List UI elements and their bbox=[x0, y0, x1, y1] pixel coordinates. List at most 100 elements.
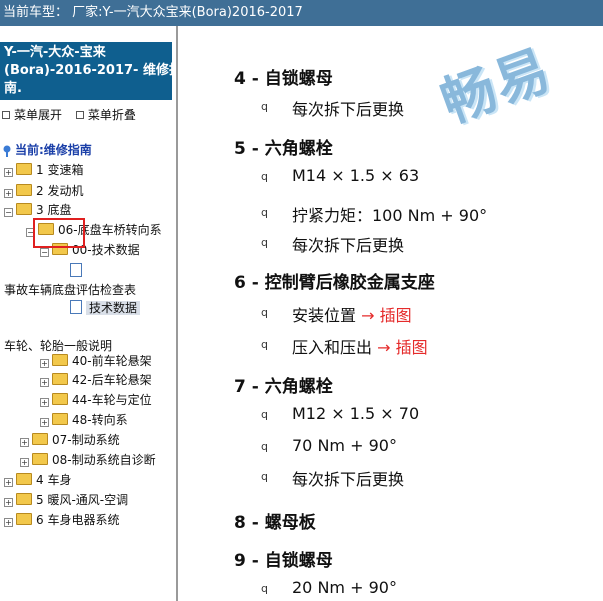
folder-icon bbox=[16, 473, 32, 485]
section-item-text: 70 Nm + 90° bbox=[292, 436, 397, 455]
folder-icon bbox=[16, 493, 32, 505]
expand-menu-button[interactable]: 菜单展开 bbox=[2, 106, 62, 123]
tree-item-label: 40-前车轮悬架 bbox=[72, 354, 152, 368]
section-heading: 5 - 六角螺栓 bbox=[234, 139, 333, 159]
folder-icon bbox=[16, 184, 32, 196]
tree-item[interactable]: − 3 底盘 bbox=[4, 200, 71, 220]
bullet-marker: q bbox=[261, 306, 268, 319]
expand-node-icon[interactable]: + bbox=[4, 189, 13, 198]
tree-item[interactable]: +2 发动机 bbox=[4, 181, 83, 201]
tree-item-label: 1 变速箱 bbox=[36, 163, 84, 177]
section-item-text: 拧紧力矩：100 Nm + 90° bbox=[292, 206, 488, 225]
expand-node-icon[interactable]: + bbox=[4, 498, 13, 507]
tree-item[interactable]: +40-前车轮悬架 bbox=[40, 351, 152, 371]
tree-item[interactable]: +44-车轮与定位 bbox=[40, 390, 152, 410]
section-item: 每次拆下后更换 bbox=[292, 232, 404, 256]
content-pane: 畅易 4 - 自锁螺母 q 每次拆下后更换 5 - 六角螺栓 q M14 × 1.5 × … bbox=[178, 26, 603, 601]
tree-item[interactable]: 技术数据 bbox=[70, 298, 141, 318]
expand-node-icon[interactable]: + bbox=[40, 398, 49, 407]
tree-item-label: 2 发动机 bbox=[36, 184, 84, 198]
bullet-marker: q bbox=[261, 470, 268, 483]
tree-item-label: 3 底盘 bbox=[36, 203, 72, 217]
current-location-label: 当前:维修指南 bbox=[15, 143, 92, 157]
section-item: 拧紧力矩：100 Nm + 90° bbox=[292, 202, 487, 226]
sidebar: Y-一汽-大众-宝来 (Bora)-2016-2017- 维修指 南. 菜单展开… bbox=[0, 26, 178, 601]
expand-node-icon[interactable]: + bbox=[4, 518, 13, 527]
folder-icon bbox=[52, 393, 68, 405]
folder-icon bbox=[16, 203, 32, 215]
bullet-marker: q bbox=[261, 338, 268, 351]
tree-item[interactable]: +1 变速箱 bbox=[4, 160, 83, 180]
expand-node-icon[interactable]: + bbox=[4, 168, 13, 177]
illustration-link[interactable]: → 插图 bbox=[361, 306, 412, 325]
section-item: 压入和压出 → 插图 bbox=[292, 334, 428, 358]
watermark: 畅易 bbox=[432, 37, 560, 132]
tree-item[interactable]: +5 暖风-通风-空调 bbox=[4, 490, 128, 510]
tree-item[interactable]: +42-后车轮悬架 bbox=[40, 370, 152, 390]
folder-icon bbox=[52, 373, 68, 385]
section-heading: 6 - 控制臂后橡胶金属支座 bbox=[234, 273, 435, 293]
collapse-menu-label: 菜单折叠 bbox=[87, 108, 136, 122]
tree-item[interactable]: +07-制动系统 bbox=[20, 430, 120, 450]
tree-item-label: 4 车身 bbox=[36, 473, 72, 487]
section-heading: 4 - 自锁螺母 bbox=[234, 69, 333, 89]
illustration-link[interactable]: → 插图 bbox=[377, 338, 428, 357]
tree-item-label: 事故车辆底盘评估检查表 bbox=[4, 283, 137, 297]
document-icon bbox=[70, 300, 82, 314]
expand-node-icon[interactable]: + bbox=[20, 458, 29, 467]
expand-menu-label: 菜单展开 bbox=[14, 108, 63, 122]
bullet-marker: q bbox=[261, 206, 268, 219]
tree-item-label: 6 车身电器系统 bbox=[36, 513, 120, 527]
tree-item-label: 07-制动系统 bbox=[52, 433, 120, 447]
section-item: M14 × 1.5 × 63 bbox=[292, 166, 419, 185]
expand-node-icon[interactable]: + bbox=[40, 418, 49, 427]
section-heading: 7 - 六角螺栓 bbox=[234, 377, 333, 397]
expand-node-icon[interactable]: + bbox=[4, 478, 13, 487]
bullet-marker: q bbox=[261, 408, 268, 421]
sidebar-header: Y-一汽-大众-宝来 (Bora)-2016-2017- 维修指 南. bbox=[0, 42, 176, 100]
bullet-marker: q bbox=[261, 100, 268, 113]
section-item-text: 20 Nm + 90° bbox=[292, 578, 397, 597]
folder-icon bbox=[52, 354, 68, 366]
section-item-text: 压入和压出 bbox=[292, 338, 373, 357]
section-item-text: M14 × 1.5 × 63 bbox=[292, 166, 420, 185]
expand-icon bbox=[2, 110, 10, 119]
section-item: 每次拆下后更换 bbox=[292, 96, 404, 120]
tree-item[interactable]: +4 车身 bbox=[4, 470, 71, 490]
bullet-marker: q bbox=[261, 236, 268, 249]
section-item: 70 Nm + 90° bbox=[292, 436, 397, 455]
tree-item-label: 48-转向系 bbox=[72, 413, 128, 427]
section-item-text: M12 × 1.5 × 70 bbox=[292, 404, 420, 423]
collapse-icon bbox=[75, 110, 84, 119]
section-item: 安装位置 → 插图 bbox=[292, 302, 412, 326]
window-title: 当前车型： 厂家:Y-一汽大众宝来(Bora)2016-2017 bbox=[3, 5, 303, 20]
expand-node-icon[interactable]: + bbox=[40, 359, 49, 368]
tree-item[interactable] bbox=[70, 261, 86, 281]
section-item-text: 每次拆下后更换 bbox=[292, 100, 405, 119]
bullet-marker: q bbox=[261, 582, 268, 595]
tree-item[interactable]: +6 车身电器系统 bbox=[4, 510, 119, 530]
sidebar-header-line: Y-一汽-大众-宝来 bbox=[4, 45, 106, 60]
folder-icon bbox=[32, 453, 48, 465]
section-heading: 8 - 螺母板 bbox=[234, 513, 316, 533]
tree-item[interactable]: +48-转向系 bbox=[40, 410, 128, 430]
collapse-node-icon[interactable]: − bbox=[4, 208, 13, 217]
section-item-text: 安装位置 bbox=[292, 306, 357, 325]
tree-item[interactable]: +08-制动系统自诊断 bbox=[20, 450, 156, 470]
section-item: 20 Nm + 90° bbox=[292, 578, 397, 597]
current-location: 当前:维修指南 bbox=[2, 141, 92, 158]
tree-item-label: 44-车轮与定位 bbox=[72, 393, 152, 407]
folder-icon bbox=[16, 163, 32, 175]
collapse-menu-button[interactable]: 菜单折叠 bbox=[75, 106, 136, 123]
tree-item-label: 08-制动系统自诊断 bbox=[52, 453, 156, 467]
tree-item-label: 42-后车轮悬架 bbox=[72, 373, 152, 387]
collapse-node-icon[interactable]: − bbox=[40, 248, 49, 257]
expand-node-icon[interactable]: + bbox=[40, 378, 49, 387]
menu-buttons: 菜单展开 菜单折叠 bbox=[2, 106, 146, 123]
title-bar: 当前车型： 厂家:Y-一汽大众宝来(Bora)2016-2017 bbox=[0, 0, 603, 26]
tree-item[interactable]: 事故车辆底盘评估检查表 bbox=[4, 280, 136, 300]
highlight-annotation bbox=[33, 218, 85, 248]
expand-node-icon[interactable]: + bbox=[20, 438, 29, 447]
section-item-text: 每次拆下后更换 bbox=[292, 236, 405, 255]
sidebar-header-line: 南. bbox=[4, 81, 22, 96]
